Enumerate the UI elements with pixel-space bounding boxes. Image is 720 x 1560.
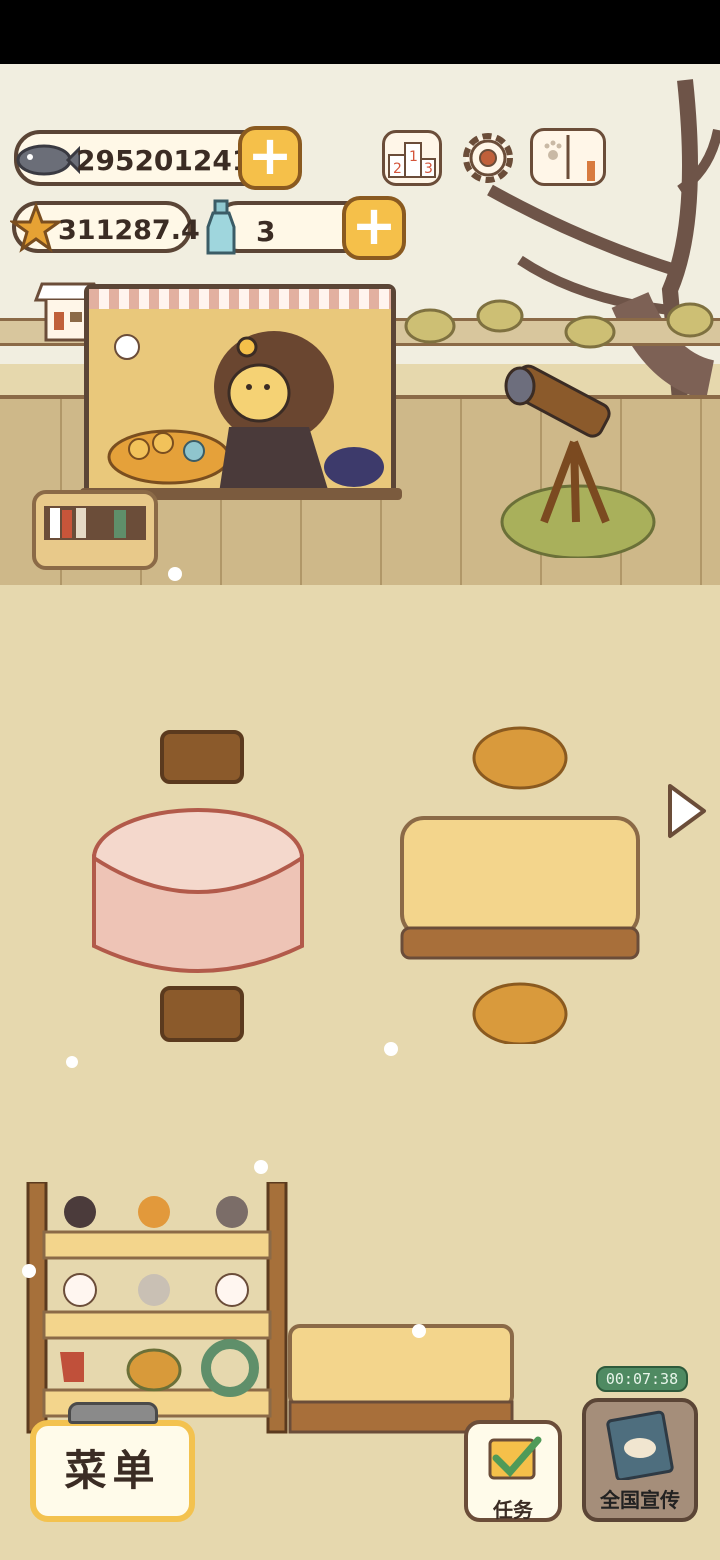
svg-text:3: 3 [424, 161, 433, 177]
bottle-icon [206, 199, 236, 255]
promotion-button-label: 全国宣传 [600, 1488, 680, 1512]
fish-icon [16, 144, 80, 176]
next-arrow-icon [668, 784, 706, 838]
snowflake [168, 567, 182, 581]
add-fish-button[interactable]: + [238, 126, 302, 190]
catbook-button[interactable] [530, 128, 606, 186]
snowflake [22, 1264, 36, 1278]
ranking-icon: 2 1 3 [388, 142, 436, 178]
vine-decoration [404, 299, 714, 349]
settings-gear-icon [463, 133, 513, 183]
menu-button[interactable]: 菜单 [30, 1420, 195, 1522]
promotion-timer: 00:07:38 [596, 1366, 688, 1392]
poster-illustration [107, 331, 384, 493]
ranking-button[interactable]: 2 1 3 [382, 130, 442, 186]
fish-currency-display: 295201241 [14, 130, 270, 186]
cat-shelf[interactable] [24, 1182, 290, 1440]
book-basket-decoration [32, 490, 158, 570]
tasks-button-label: 任务 [493, 1498, 533, 1522]
round-table-set[interactable] [90, 726, 310, 1052]
fish-count: 295201241 [76, 144, 252, 177]
catbook-icon [544, 135, 595, 181]
square-table-set[interactable] [396, 722, 642, 1044]
star-currency-display: 311287.4 [10, 201, 200, 253]
add-bottle-button[interactable]: + [342, 196, 406, 260]
status-bar [0, 0, 720, 64]
snowflake [66, 1056, 78, 1068]
telescope-decoration [500, 364, 656, 558]
menu-button-label: 菜单 [64, 1446, 161, 1495]
next-room-button[interactable] [664, 782, 708, 840]
promotion-button[interactable]: 全国宣传 [582, 1398, 698, 1522]
snowflake [412, 1324, 426, 1338]
event-poster[interactable] [84, 284, 396, 498]
svg-text:1: 1 [409, 149, 418, 165]
snowflake [384, 1042, 398, 1056]
snowflake [254, 1160, 268, 1174]
menu-clip-icon [68, 1402, 158, 1424]
settings-button[interactable] [458, 128, 518, 188]
tasks-button[interactable]: 任务 [464, 1420, 562, 1522]
star-count: 311287.4 [58, 215, 200, 246]
task-check-icon [488, 1436, 542, 1480]
counter-table[interactable] [286, 1308, 518, 1438]
svg-text:2: 2 [393, 161, 402, 177]
bottle-count: 3 [256, 215, 276, 248]
star-icon [10, 203, 62, 253]
promotion-poster-icon [606, 1410, 674, 1482]
